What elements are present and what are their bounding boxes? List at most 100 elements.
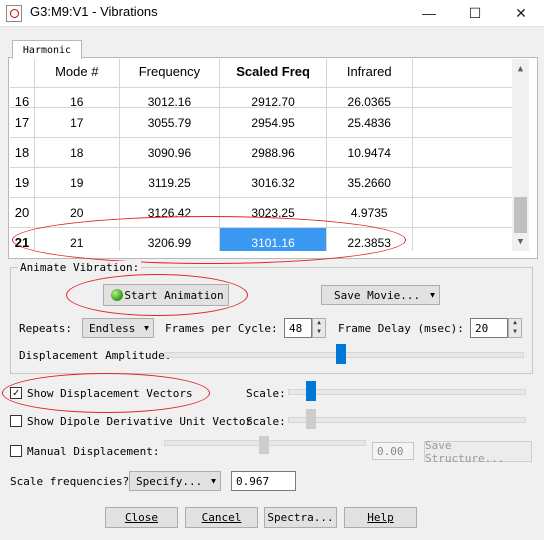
table-vertical-scrollbar[interactable]: ▲ ▼ <box>512 59 529 251</box>
cell-infrared[interactable]: 25.4836 <box>326 107 413 138</box>
chevron-down-icon: ▼ <box>144 323 149 333</box>
cell-frequency[interactable]: 3012.16 <box>119 87 221 108</box>
table-row[interactable]: 16 16 3012.16 2912.70 26.0365 <box>10 87 512 108</box>
header-mode[interactable]: Mode # <box>34 59 120 88</box>
specify-select[interactable]: Specify... ▼ <box>129 471 221 491</box>
cell-frequency[interactable]: 3119.25 <box>119 167 221 198</box>
maximize-button[interactable]: ☐ <box>452 0 498 26</box>
manual-disp-value[interactable]: 0.00 <box>372 442 414 460</box>
spin-down-icon[interactable]: ▼ <box>509 328 521 337</box>
show-dipole-checkbox[interactable] <box>10 415 22 427</box>
close-button[interactable]: Close <box>105 507 178 528</box>
frame-delay-input[interactable]: 20 <box>470 318 508 338</box>
cell-mode[interactable]: 18 <box>34 137 120 168</box>
repeats-select[interactable]: Endless ▼ <box>82 318 154 338</box>
scroll-down-icon[interactable]: ▼ <box>512 234 529 250</box>
cell-infrared[interactable]: 26.0365 <box>326 87 413 108</box>
table-row[interactable]: 19 19 3119.25 3016.32 35.2660 <box>10 167 512 198</box>
row-header: 16 <box>10 87 35 108</box>
cell-infrared[interactable]: 22.3853 <box>326 227 413 251</box>
row-header: 17 <box>10 107 35 138</box>
amplitude-label: Displacement Amplitude: <box>19 349 172 362</box>
cell-blank <box>412 137 512 168</box>
header-scaled-freq[interactable]: Scaled Freq <box>219 59 327 88</box>
save-movie-label: Save Movie... <box>334 288 421 302</box>
disp-scale-slider-track[interactable] <box>288 389 526 395</box>
cell-infrared[interactable]: 4.9735 <box>326 197 413 228</box>
save-structure-button[interactable]: Save Structure... <box>424 439 532 465</box>
cell-blank <box>412 227 512 251</box>
cell-scaled[interactable]: 3016.32 <box>219 167 327 198</box>
app-icon <box>6 5 22 22</box>
cell-frequency[interactable]: 3090.96 <box>119 137 221 168</box>
scale-factor-input[interactable]: 0.967 <box>231 471 296 491</box>
frequency-table[interactable]: Mode # Frequency Scaled Freq Infrared 16… <box>10 59 512 251</box>
close-window-button[interactable]: ✕ <box>498 0 544 26</box>
cell-mode[interactable]: 21 <box>34 227 120 251</box>
header-frequency[interactable]: Frequency <box>119 59 221 88</box>
frame-delay-spinner[interactable]: ▲ ▼ <box>508 318 522 338</box>
cell-blank <box>412 167 512 198</box>
title-bar: G3:M9:V1 - Vibrations — ☐ ✕ <box>0 0 544 27</box>
scroll-thumb[interactable] <box>514 197 527 233</box>
manual-disp-checkbox[interactable] <box>10 445 22 457</box>
minimize-button[interactable]: — <box>406 0 452 26</box>
disp-scale-slider-thumb[interactable] <box>306 381 316 401</box>
header-infrared[interactable]: Infrared <box>326 59 413 88</box>
manual-disp-label[interactable]: Manual Displacement: <box>27 445 159 458</box>
table-row-selected[interactable]: 21 21 3206.99 3101.16 22.3853 <box>10 227 512 251</box>
cell-frequency[interactable]: 3126.42 <box>119 197 221 228</box>
cell-scaled[interactable]: 2954.95 <box>219 107 327 138</box>
cell-frequency[interactable]: 3206.99 <box>119 227 221 251</box>
dipole-scale-slider-thumb[interactable] <box>306 409 316 429</box>
dipole-scale-slider-track[interactable] <box>288 417 526 423</box>
repeats-label: Repeats: <box>19 322 72 335</box>
show-disp-vectors-label[interactable]: Show Displacement Vectors <box>27 387 193 400</box>
cancel-button[interactable]: Cancel <box>185 507 258 528</box>
manual-disp-slider-thumb[interactable] <box>259 436 269 454</box>
amplitude-slider-thumb[interactable] <box>336 344 346 364</box>
tab-harmonic[interactable]: Harmonic <box>12 40 82 59</box>
row-header: 21 <box>10 227 35 251</box>
specify-value: Specify... <box>136 474 203 488</box>
cell-mode[interactable]: 19 <box>34 167 120 198</box>
fpc-spinner[interactable]: ▲ ▼ <box>312 318 326 338</box>
row-header: 18 <box>10 137 35 168</box>
spectra-button[interactable]: Spectra... <box>264 507 337 528</box>
cell-scaled-selected[interactable]: 3101.16 <box>219 227 327 251</box>
show-dipole-label[interactable]: Show Dipole Derivative Unit Vector <box>27 415 252 428</box>
table-row[interactable]: 20 20 3126.42 3023.25 4.9735 <box>10 197 512 228</box>
cell-infrared[interactable]: 35.2660 <box>326 167 413 198</box>
cell-mode[interactable]: 17 <box>34 107 120 138</box>
cell-blank <box>412 197 512 228</box>
help-button[interactable]: Help <box>344 507 417 528</box>
cell-scaled[interactable]: 3023.25 <box>219 197 327 228</box>
spin-down-icon[interactable]: ▼ <box>313 328 325 337</box>
scroll-up-icon[interactable]: ▲ <box>512 61 529 77</box>
cell-blank <box>412 87 512 108</box>
spin-up-icon[interactable]: ▲ <box>313 319 325 328</box>
cell-frequency[interactable]: 3055.79 <box>119 107 221 138</box>
cell-mode[interactable]: 20 <box>34 197 120 228</box>
cell-scaled[interactable]: 2988.96 <box>219 137 327 168</box>
cancel-button-label: Cancel <box>201 511 242 524</box>
fpc-input[interactable]: 48 <box>284 318 312 338</box>
chevron-down-icon: ▼ <box>211 476 216 486</box>
cell-infrared[interactable]: 10.9474 <box>326 137 413 168</box>
repeats-value: Endless <box>89 321 136 335</box>
table-row[interactable]: 18 18 3090.96 2988.96 10.9474 <box>10 137 512 168</box>
row-header: 20 <box>10 197 35 228</box>
save-movie-dropdown[interactable]: Save Movie... ▼ <box>321 285 440 305</box>
frame-delay-label: Frame Delay (msec): <box>338 322 464 335</box>
cell-mode[interactable]: 16 <box>34 87 120 108</box>
help-button-label: Help <box>367 511 394 524</box>
scale-frequencies-label: Scale frequencies? <box>10 475 130 488</box>
chevron-down-icon: ▼ <box>430 290 435 300</box>
spin-up-icon[interactable]: ▲ <box>509 319 521 328</box>
play-indicator-icon <box>111 289 123 301</box>
show-disp-vectors-checkbox[interactable]: ✓ <box>10 387 22 399</box>
table-row[interactable]: 17 17 3055.79 2954.95 25.4836 <box>10 107 512 138</box>
start-animation-button[interactable]: Start Animation <box>103 284 229 306</box>
spectra-button-label: Spectra... <box>267 511 334 524</box>
cell-scaled[interactable]: 2912.70 <box>219 87 327 108</box>
